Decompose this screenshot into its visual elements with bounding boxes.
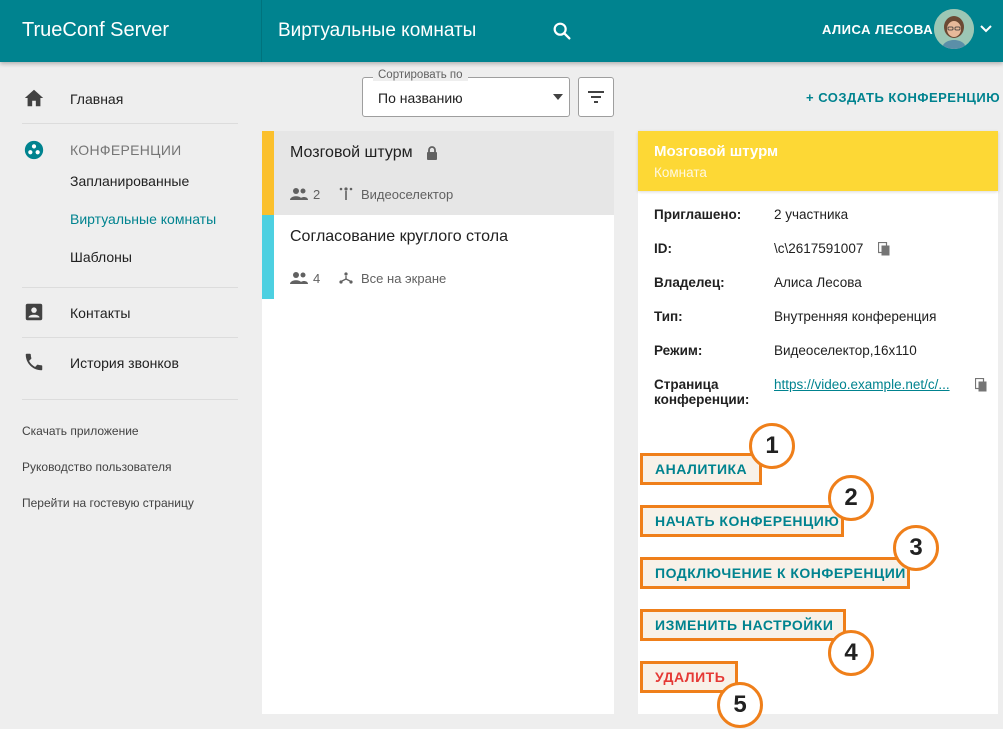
conferences-icon xyxy=(24,140,44,160)
mode-label: Режим: xyxy=(654,343,703,358)
sidebar-divider xyxy=(22,287,238,288)
copy-icon[interactable] xyxy=(878,242,890,256)
phone-icon xyxy=(25,353,43,371)
start-conference-button[interactable]: НАЧАТЬ КОНФЕРЕНЦИЮ xyxy=(640,505,844,537)
sidebar-section-conferences[interactable]: КОНФЕРЕНЦИИ xyxy=(70,142,182,158)
color-stripe xyxy=(262,215,274,299)
participant-count: 4 xyxy=(313,271,321,286)
invited-label: Приглашено: xyxy=(654,207,742,222)
guest-page-link[interactable]: Перейти на гостевую страницу xyxy=(22,496,194,510)
sidebar-divider xyxy=(22,123,238,124)
mode-value: Видеоселектор,16x110 xyxy=(774,343,917,358)
sidebar-item-call-history[interactable]: История звонков xyxy=(0,343,261,383)
conference-detail-panel: Мозговой штурм Комната Приглашено: 2 уча… xyxy=(638,131,998,728)
detail-subtitle: Комната xyxy=(654,165,707,180)
create-conference-button[interactable]: + СОЗДАТЬ КОНФЕРЕНЦИЮ xyxy=(806,90,1000,105)
app-brand[interactable]: TrueConf Server xyxy=(22,19,169,42)
detail-title: Мозговой штурм xyxy=(654,143,779,160)
conference-mode: Все на экране xyxy=(361,271,447,286)
sidebar-item-label: История звонков xyxy=(70,355,179,371)
topbar-divider xyxy=(261,0,262,62)
owner-label: Владелец: xyxy=(654,275,725,290)
conference-page-label: Страница конференции: xyxy=(654,377,750,407)
sidebar-item-templates[interactable]: Шаблоны xyxy=(70,249,132,265)
id-value: \c\2617591007 xyxy=(774,241,864,256)
sidebar-item-contacts[interactable]: Контакты xyxy=(0,293,261,333)
people-icon xyxy=(290,188,308,200)
conference-page-link[interactable]: https://video.example.net/c/... xyxy=(774,377,964,392)
people-icon xyxy=(290,272,308,284)
annotation-badge-2: 2 xyxy=(828,475,874,521)
copy-icon[interactable] xyxy=(975,378,987,392)
all-on-screen-icon xyxy=(339,272,353,284)
sort-select-label: Сортировать по xyxy=(373,69,468,81)
sidebar-divider xyxy=(22,337,238,338)
download-app-link[interactable]: Скачать приложение xyxy=(22,424,139,438)
analytics-button[interactable]: АНАЛИТИКА xyxy=(640,453,762,485)
sidebar-item-virtual-rooms[interactable]: Виртуальные комнаты xyxy=(70,211,216,227)
annotation-badge-3: 3 xyxy=(893,525,939,571)
chevron-down-icon[interactable] xyxy=(978,21,994,37)
list-item[interactable]: Согласование круглого стола 4 Все на экр… xyxy=(262,215,614,299)
invited-value: 2 участника xyxy=(774,207,849,222)
contact-card-icon xyxy=(25,303,43,321)
annotation-badge-4: 4 xyxy=(828,630,874,676)
conference-title: Мозговой штурм xyxy=(290,144,413,161)
sidebar-item-home[interactable]: Главная xyxy=(0,79,261,119)
dropdown-caret-icon xyxy=(553,94,563,100)
sidebar: Главная КОНФЕРЕНЦИИ Запланированные Вирт… xyxy=(0,62,261,729)
conference-title: Согласование круглого стола xyxy=(290,228,508,245)
sidebar-item-label: Контакты xyxy=(70,305,131,321)
home-icon xyxy=(24,89,44,107)
type-value: Внутренняя конференция xyxy=(774,309,937,324)
lock-icon xyxy=(427,146,437,160)
user-avatar[interactable] xyxy=(934,9,974,49)
sidebar-item-scheduled[interactable]: Запланированные xyxy=(70,173,189,189)
id-label: ID: xyxy=(654,241,672,256)
join-conference-button[interactable]: ПОДКЛЮЧЕНИЕ К КОНФЕРЕНЦИИ xyxy=(640,557,910,589)
participant-count: 2 xyxy=(313,187,321,202)
top-app-bar: TrueConf Server Виртуальные комнаты АЛИС… xyxy=(0,0,1003,62)
sort-select-value: По названию xyxy=(378,90,463,106)
conference-mode: Видеоселектор xyxy=(361,187,454,202)
filter-icon xyxy=(588,91,604,103)
search-icon[interactable] xyxy=(551,20,573,42)
user-name[interactable]: АЛИСА ЛЕСОВА xyxy=(822,22,933,37)
color-stripe xyxy=(262,131,274,215)
page-title: Виртуальные комнаты xyxy=(278,20,477,41)
filter-button[interactable] xyxy=(578,77,614,117)
detail-header: Мозговой штурм Комната xyxy=(638,131,998,191)
owner-value: Алиса Лесова xyxy=(774,275,862,290)
conference-list: Мозговой штурм 2 Видеоселектор Согласова… xyxy=(262,131,614,714)
annotation-badge-1: 1 xyxy=(749,423,795,469)
edit-settings-button[interactable]: ИЗМЕНИТЬ НАСТРОЙКИ xyxy=(640,609,846,641)
video-selector-icon xyxy=(339,187,353,200)
sidebar-divider xyxy=(22,399,238,400)
sidebar-item-label: Главная xyxy=(70,91,124,107)
list-item[interactable]: Мозговой штурм 2 Видеоселектор xyxy=(262,131,614,215)
annotation-badge-5: 5 xyxy=(717,682,763,728)
user-guide-link[interactable]: Руководство пользователя xyxy=(22,460,171,474)
type-label: Тип: xyxy=(654,309,683,324)
